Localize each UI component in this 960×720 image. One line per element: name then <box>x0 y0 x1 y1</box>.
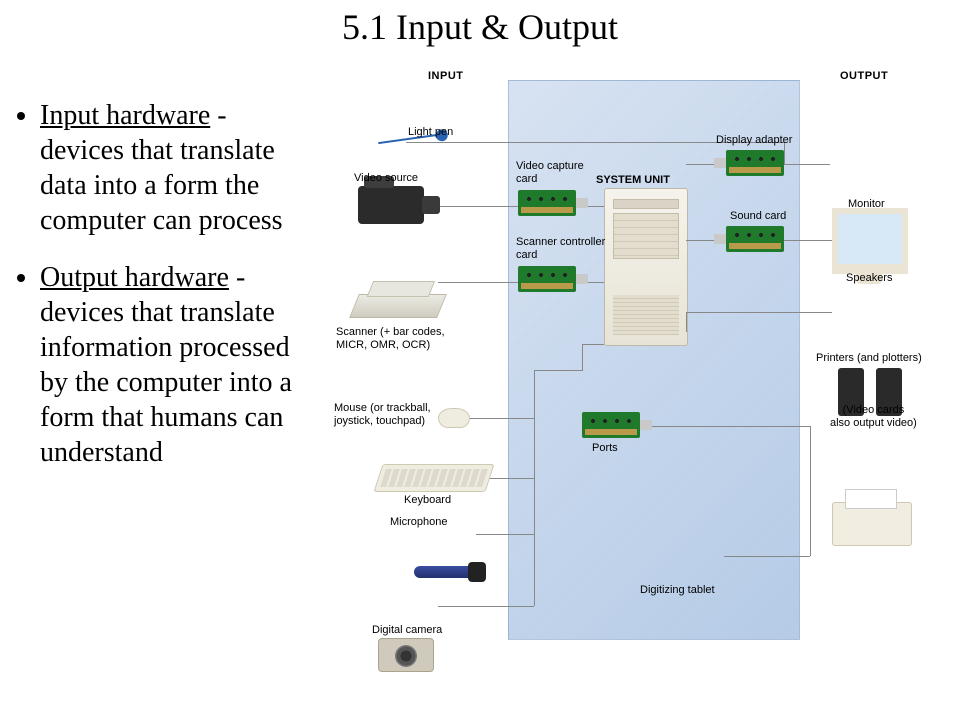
wire <box>534 370 582 371</box>
label-scanner: Scanner (+ bar codes, MICR, OMR, OCR) <box>336 326 445 351</box>
wire <box>582 344 604 345</box>
wire <box>488 478 534 479</box>
bullet-1: Input hardware - devices that translate … <box>40 98 306 238</box>
monitor-icon <box>832 208 908 274</box>
system-unit-icon <box>604 188 688 346</box>
label-digitizing-tablet: Digitizing tablet <box>640 584 715 597</box>
wire <box>810 426 811 556</box>
label-video-source: Video source <box>354 172 418 185</box>
label-mouse: Mouse (or trackball, joystick, touchpad) <box>334 402 431 427</box>
sound-card-icon <box>726 226 784 252</box>
label-monitor: Monitor <box>848 198 885 211</box>
label-video-capture-card: Video capture card <box>516 160 584 185</box>
wire <box>476 534 534 535</box>
slide-title: 5.1 Input & Output <box>0 6 960 48</box>
label-light-pen: Light pen <box>408 126 453 139</box>
printer-icon <box>832 502 912 546</box>
label-printers: Printers (and plotters) <box>816 352 922 365</box>
wire <box>468 418 534 419</box>
bullet-1-term: Input hardware <box>40 100 210 131</box>
header-system-unit: SYSTEM UNIT <box>596 174 670 186</box>
video-source-icon <box>358 186 424 224</box>
slide: 5.1 Input & Output Input hardware - devi… <box>0 0 960 720</box>
label-sound-card: Sound card <box>730 210 786 223</box>
scanner-controller-card-icon <box>518 266 576 292</box>
label-microphone: Microphone <box>390 516 447 529</box>
bullet-list: Input hardware - devices that translate … <box>6 98 306 492</box>
wire <box>428 206 518 207</box>
wire <box>438 282 518 283</box>
label-keyboard: Keyboard <box>404 494 451 507</box>
label-video-note: (Video cards also output video) <box>830 404 917 429</box>
wire <box>582 344 583 371</box>
keyboard-icon <box>373 464 494 492</box>
wire <box>686 312 687 332</box>
bullet-2: Output hardware - devices that translate… <box>40 260 306 470</box>
bullet-2-term: Output hardware <box>40 262 229 293</box>
header-output: OUTPUT <box>840 70 888 82</box>
wire <box>640 426 810 427</box>
wire <box>686 312 832 313</box>
microphone-icon <box>414 566 476 578</box>
display-adapter-card-icon <box>726 150 784 176</box>
scanner-icon <box>349 294 447 318</box>
label-speakers: Speakers <box>846 272 892 285</box>
wire <box>534 370 535 606</box>
ports-card-icon <box>582 412 640 438</box>
wire <box>438 606 534 607</box>
label-display-adapter: Display adapter <box>716 134 792 147</box>
io-diagram: INPUT OUTPUT SYSTEM UNIT Light pen Vide <box>318 68 948 688</box>
label-digital-camera: Digital camera <box>372 624 442 637</box>
video-capture-card-icon <box>518 190 576 216</box>
label-ports: Ports <box>592 442 618 455</box>
label-scanner-controller-card: Scanner controller card <box>516 236 605 261</box>
header-input: INPUT <box>428 70 464 82</box>
mouse-icon <box>438 408 470 428</box>
digital-camera-icon <box>378 638 434 672</box>
wire <box>724 556 810 557</box>
